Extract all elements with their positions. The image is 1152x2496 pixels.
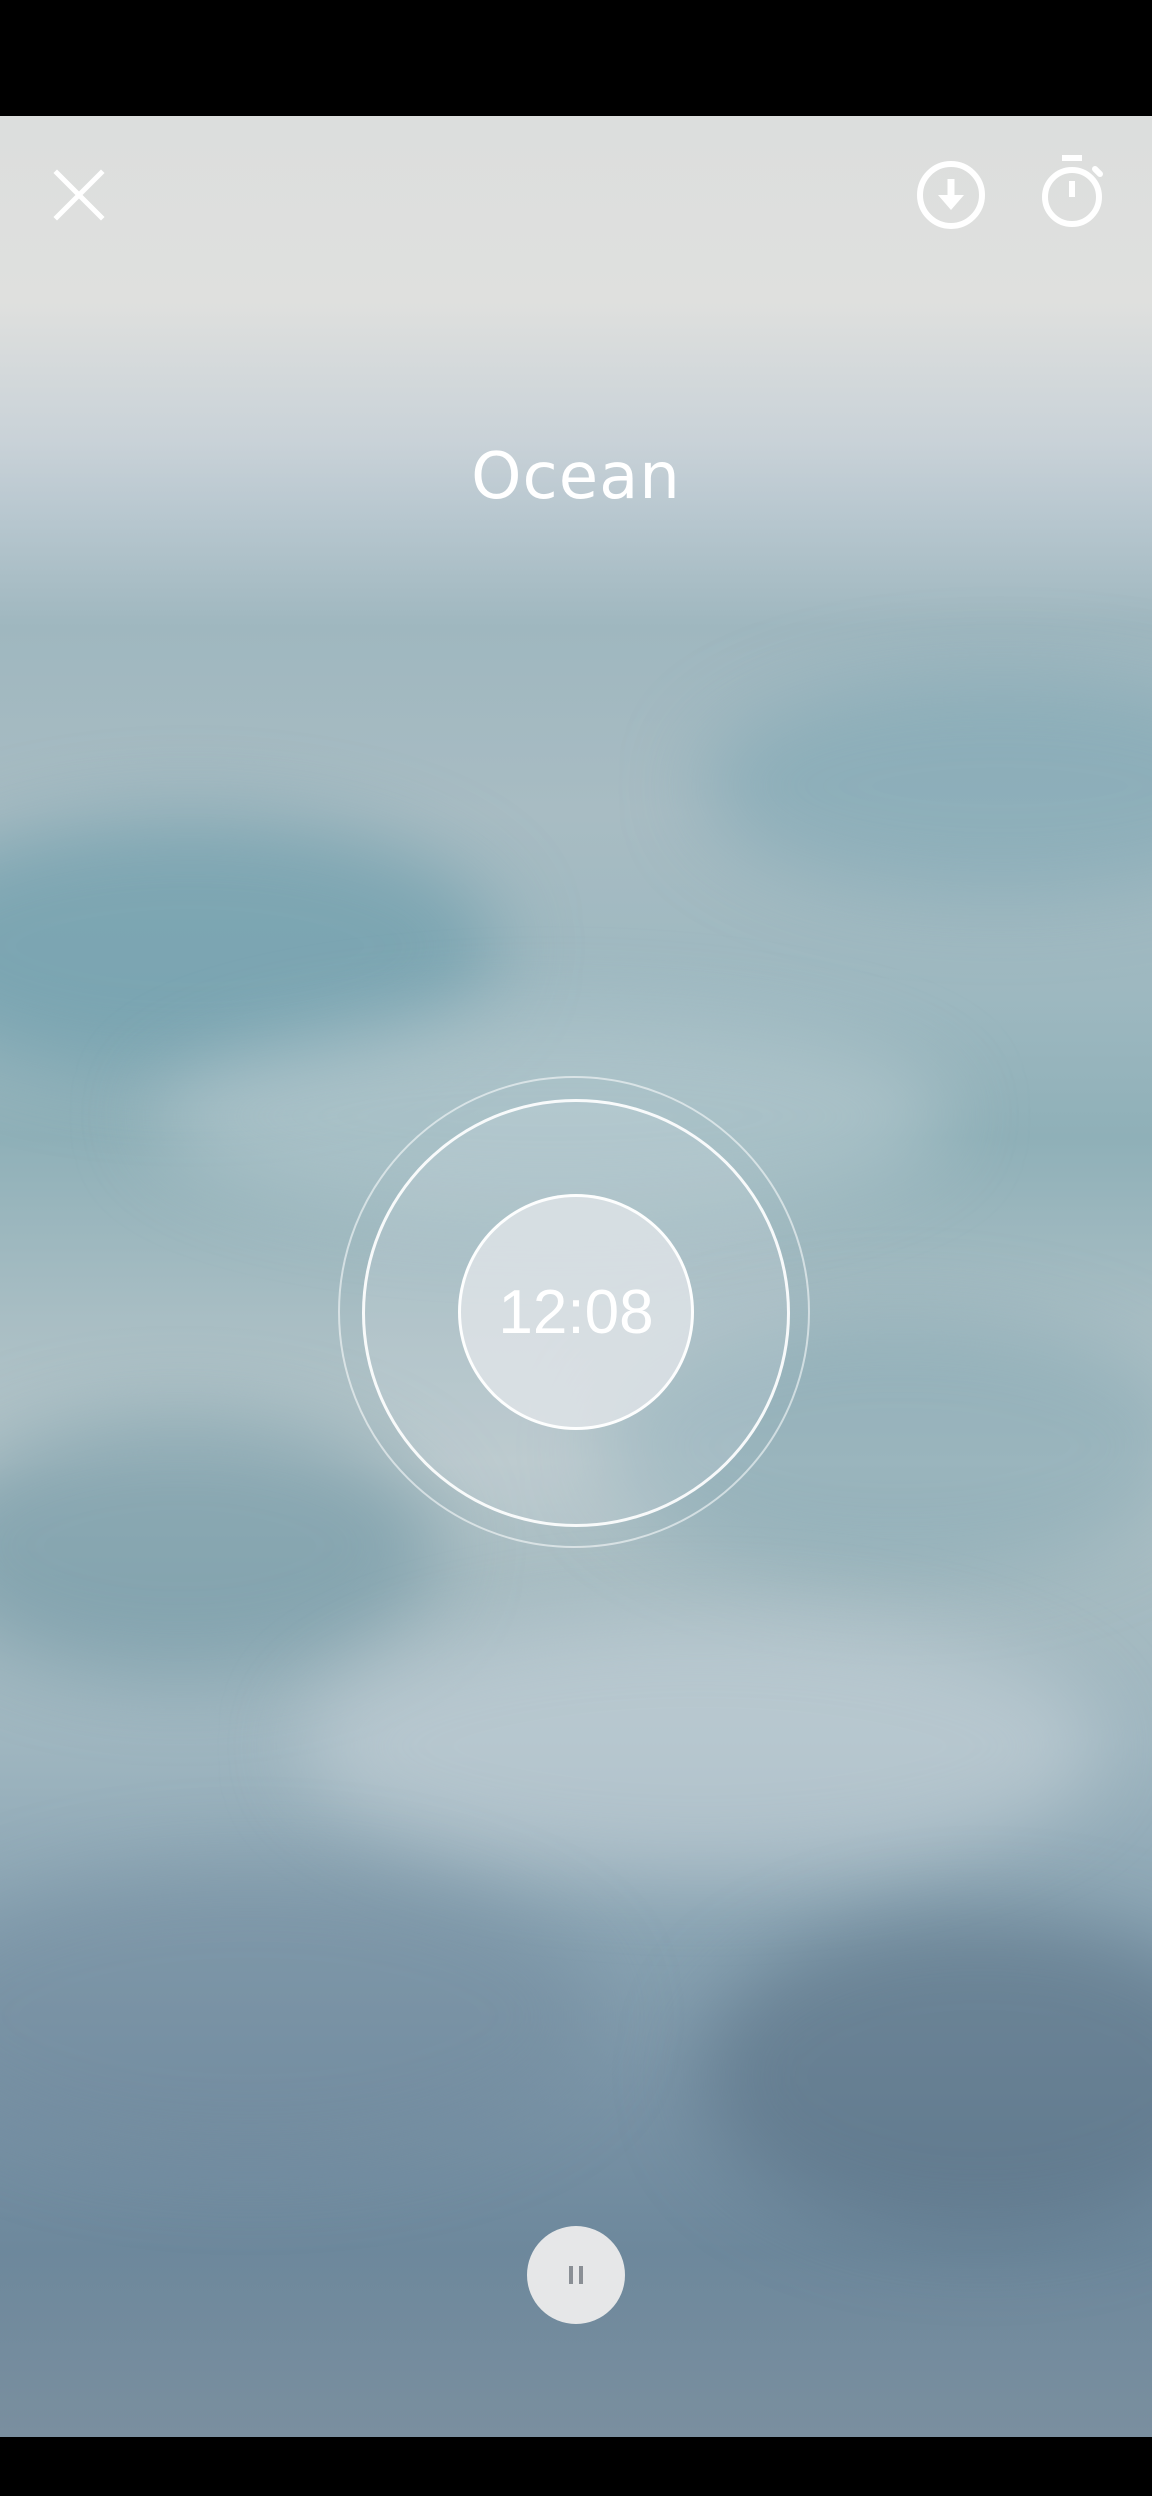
top-toolbar <box>0 116 1152 276</box>
download-icon <box>917 161 985 229</box>
sound-title: Ocean <box>471 440 681 514</box>
download-button[interactable] <box>906 150 996 240</box>
close-icon <box>53 169 105 221</box>
timer-disc[interactable]: 12:08 <box>458 1194 694 1430</box>
navigation-bar <box>0 2437 1152 2496</box>
sleep-timer-button[interactable] <box>1027 146 1117 236</box>
stopwatch-icon <box>1042 155 1103 227</box>
pause-icon <box>569 2266 583 2284</box>
pause-button[interactable] <box>527 2226 625 2324</box>
close-button[interactable] <box>34 150 124 240</box>
status-bar <box>0 0 1152 116</box>
timer-readout: 12:08 <box>498 1277 654 1347</box>
player-screen: Ocean 12:08 <box>0 0 1152 2496</box>
